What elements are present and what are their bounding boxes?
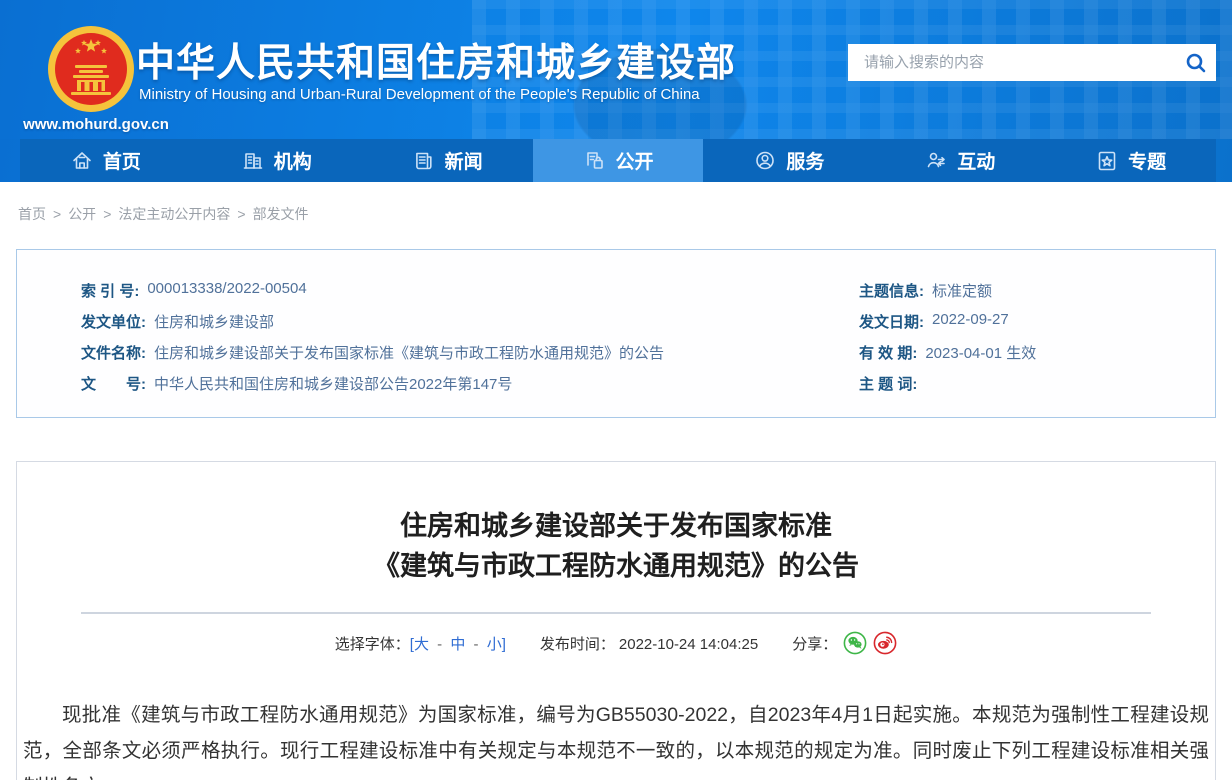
nav-item-disclosure[interactable]: 公开 bbox=[533, 139, 704, 182]
search-icon[interactable] bbox=[1176, 44, 1216, 81]
breadcrumb-item[interactable]: 首页 bbox=[18, 206, 46, 222]
disclosure-icon bbox=[583, 149, 607, 173]
nav-label: 首页 bbox=[103, 147, 141, 174]
font-size-link-medium[interactable]: 中 bbox=[450, 636, 465, 653]
search-input[interactable] bbox=[848, 44, 1176, 81]
font-size-separator: - bbox=[433, 636, 446, 653]
nav-label: 专题 bbox=[1128, 147, 1166, 174]
font-size-selector: [大 - 中 - 小] bbox=[410, 633, 506, 654]
breadcrumb: 首页 > 公开 > 法定主动公开内容 > 部发文件 bbox=[0, 182, 1232, 224]
nav-label: 新闻 bbox=[445, 147, 483, 174]
national-emblem-icon bbox=[44, 22, 138, 116]
nav-label: 互动 bbox=[957, 147, 995, 174]
font-size-link-large[interactable]: 大 bbox=[414, 636, 429, 653]
metadata-value: 标准定额 bbox=[932, 280, 992, 301]
search-box bbox=[848, 44, 1216, 81]
breadcrumb-separator: > bbox=[237, 206, 245, 222]
main-nav: 首页 机构 新闻 公开 服务 互动 专题 bbox=[0, 139, 1232, 182]
share-block: 分享： bbox=[792, 631, 897, 655]
metadata-label: 主题信息: bbox=[859, 280, 924, 301]
nav-item-interaction[interactable]: 互动 bbox=[874, 139, 1045, 182]
breadcrumb-separator: > bbox=[53, 206, 61, 222]
nav-item-home[interactable]: 首页 bbox=[20, 139, 191, 182]
publish-time-block: 发布时间：2022-10-24 14:04:25 bbox=[540, 633, 758, 654]
nav-label: 机构 bbox=[274, 147, 312, 174]
site-header: www.mohurd.gov.cn 中华人民共和国住房和城乡建设部 Minist… bbox=[0, 0, 1232, 139]
metadata-value: 住房和城乡建设部关于发布国家标准《建筑与市政工程防水通用规范》的公告 bbox=[154, 342, 664, 363]
metadata-label: 有 效 期: bbox=[859, 342, 917, 363]
breadcrumb-item[interactable]: 法定主动公开内容 bbox=[118, 206, 230, 222]
metadata-value: 2022-09-27 bbox=[932, 311, 1009, 332]
metadata-value: 中华人民共和国住房和城乡建设部公告2022年第147号 bbox=[154, 373, 512, 394]
document-metadata-box: 索 引 号: 000013338/2022-00504 主题信息: 标准定额发文单位:… bbox=[16, 249, 1216, 418]
site-subtitle-english: Ministry of Housing and Urban-Rural Deve… bbox=[139, 86, 700, 103]
metadata-value: 住房和城乡建设部 bbox=[154, 311, 274, 332]
news-icon bbox=[412, 149, 436, 173]
article-title-line1: 住房和城乡建设部关于发布国家标准 bbox=[400, 511, 832, 541]
metadata-value: 2023-04-01 生效 bbox=[925, 342, 1036, 363]
article-title-line2: 《建筑与市政工程防水通用规范》的公告 bbox=[373, 551, 859, 581]
building-icon bbox=[241, 149, 265, 173]
metadata-row: 索 引 号: 000013338/2022-00504 主题信息: 标准定额 bbox=[17, 275, 1215, 306]
publish-time-value: 2022-10-24 14:04:25 bbox=[619, 636, 758, 653]
metadata-label: 文 号: bbox=[81, 373, 146, 394]
nav-item-topics[interactable]: 专题 bbox=[1045, 139, 1216, 182]
metadata-row: 文件名称: 住房和城乡建设部关于发布国家标准《建筑与市政工程防水通用规范》的公告 有… bbox=[17, 337, 1215, 368]
service-icon bbox=[753, 149, 777, 173]
nav-label: 公开 bbox=[616, 147, 654, 174]
site-url: www.mohurd.gov.cn bbox=[8, 116, 184, 133]
metadata-value: 000013338/2022-00504 bbox=[147, 280, 306, 301]
metadata-label: 索 引 号: bbox=[81, 280, 139, 301]
metadata-label: 文件名称: bbox=[81, 342, 146, 363]
article-box: 住房和城乡建设部关于发布国家标准 《建筑与市政工程防水通用规范》的公告 选择字体… bbox=[16, 461, 1216, 780]
breadcrumb-item[interactable]: 公开 bbox=[68, 206, 96, 222]
nav-item-orgs[interactable]: 机构 bbox=[191, 139, 362, 182]
metadata-label: 主 题 词: bbox=[859, 373, 917, 394]
interaction-icon bbox=[924, 149, 948, 173]
home-icon bbox=[70, 149, 94, 173]
nav-label: 服务 bbox=[786, 147, 824, 174]
font-select-label: 选择字体： bbox=[335, 633, 410, 654]
breadcrumb-separator: > bbox=[103, 206, 111, 222]
share-label: 分享： bbox=[792, 633, 837, 654]
article-title: 住房和城乡建设部关于发布国家标准 《建筑与市政工程防水通用规范》的公告 bbox=[17, 462, 1215, 586]
topics-icon bbox=[1095, 149, 1119, 173]
article-paragraph: 现批准《建筑与市政工程防水通用规范》为国家标准，编号为GB55030-2022，… bbox=[23, 697, 1209, 780]
wechat-icon[interactable] bbox=[843, 631, 867, 655]
nav-item-services[interactable]: 服务 bbox=[703, 139, 874, 182]
metadata-label: 发文单位: bbox=[81, 311, 146, 332]
breadcrumb-item[interactable]: 部发文件 bbox=[253, 206, 309, 222]
metadata-row: 文 号: 中华人民共和国住房和城乡建设部公告2022年第147号 主 题 词: bbox=[17, 368, 1215, 399]
font-size-separator: - bbox=[469, 636, 482, 653]
article-meta-row: 选择字体： [大 - 中 - 小] 发布时间：2022-10-24 14:04:… bbox=[17, 631, 1215, 655]
metadata-label: 发文日期: bbox=[859, 311, 924, 332]
title-divider bbox=[81, 612, 1151, 614]
site-title: 中华人民共和国住房和城乡建设部 bbox=[136, 32, 736, 88]
nav-item-news[interactable]: 新闻 bbox=[362, 139, 533, 182]
publish-time-label: 发布时间： bbox=[540, 636, 615, 653]
font-size-link-small[interactable]: 小 bbox=[487, 636, 502, 653]
metadata-row: 发文单位: 住房和城乡建设部 发文日期: 2022-09-27 bbox=[17, 306, 1215, 337]
weibo-icon[interactable] bbox=[873, 631, 897, 655]
